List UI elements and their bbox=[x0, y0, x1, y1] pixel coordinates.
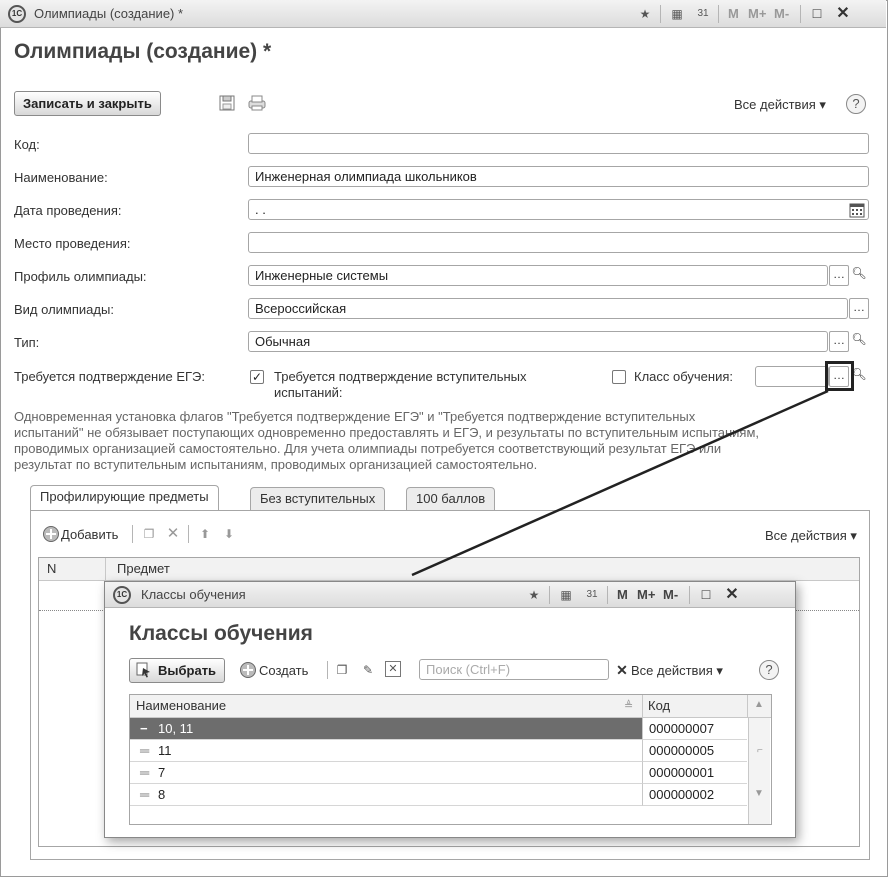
row-code-cell[interactable]: 000000007 bbox=[642, 718, 747, 740]
calendar-icon[interactable]: 31 bbox=[583, 586, 601, 604]
create-button[interactable]: Создать bbox=[259, 663, 308, 678]
sort-icon[interactable]: ≜ bbox=[624, 695, 633, 717]
table-row[interactable]: − 10, 11 bbox=[130, 718, 642, 740]
dialog-heading: Классы обучения bbox=[129, 622, 313, 645]
column-header-code[interactable]: Код bbox=[648, 695, 670, 717]
memory-mplus-button[interactable]: M+ bbox=[637, 587, 655, 602]
scroll-down-icon[interactable]: ▼ bbox=[754, 788, 764, 799]
vertical-scrollbar[interactable]: ▲ ⌐ ▼ bbox=[748, 699, 770, 824]
edit-icon[interactable]: ✎ bbox=[359, 661, 377, 679]
class-selection-dialog: 1C Классы обучения ★ ▦ 31 M M+ M- ☐ ✕ Кл… bbox=[104, 581, 796, 838]
select-button[interactable]: Выбрать bbox=[129, 658, 226, 683]
select-icon bbox=[136, 662, 152, 678]
dialog-help-button[interactable]: ? bbox=[759, 660, 779, 680]
separator bbox=[327, 661, 328, 679]
scroll-thumb-icon[interactable]: ⌐ bbox=[757, 745, 763, 756]
select-button-label: Выбрать bbox=[158, 663, 217, 678]
table-row[interactable]: ═ 8 bbox=[130, 784, 642, 806]
memory-m-button[interactable]: M bbox=[617, 587, 628, 602]
item-icon: ═ bbox=[140, 743, 150, 758]
row-name: 8 bbox=[158, 787, 166, 802]
row-name: 7 bbox=[158, 765, 166, 780]
classes-table-header: Наименование ≜ Код bbox=[130, 695, 771, 718]
row-name: 11 bbox=[158, 743, 172, 758]
clear-search-icon[interactable]: ✕ bbox=[613, 661, 631, 679]
memory-mminus-button[interactable]: M- bbox=[663, 587, 678, 602]
favorites-icon[interactable]: ★ bbox=[525, 586, 543, 604]
separator bbox=[549, 586, 550, 604]
column-divider bbox=[642, 695, 643, 718]
copy-icon[interactable]: ❐ bbox=[333, 661, 351, 679]
table-row[interactable]: ═ 11 bbox=[130, 740, 642, 762]
create-icon[interactable] bbox=[239, 661, 257, 679]
column-divider bbox=[747, 695, 748, 718]
dialog-title: Классы обучения bbox=[141, 587, 246, 602]
dialog-all-actions[interactable]: Все действия ▾ bbox=[631, 663, 723, 679]
item-icon: − bbox=[140, 721, 148, 736]
scroll-up-icon[interactable]: ▲ bbox=[754, 699, 764, 710]
row-code-cell[interactable]: 000000001 bbox=[642, 762, 747, 784]
row-name: 10, 11 bbox=[158, 721, 194, 736]
calculator-icon[interactable]: ▦ bbox=[557, 586, 575, 604]
item-icon: ═ bbox=[140, 765, 150, 780]
table-row[interactable]: ═ 7 bbox=[130, 762, 642, 784]
search-input[interactable]: Поиск (Ctrl+F) bbox=[419, 659, 609, 680]
maximize-icon[interactable]: ☐ bbox=[697, 586, 715, 604]
separator bbox=[689, 586, 690, 604]
item-icon: ═ bbox=[140, 787, 150, 802]
mark-delete-icon[interactable]: ✕ bbox=[385, 661, 401, 677]
column-header-name[interactable]: Наименование bbox=[136, 695, 226, 717]
row-code-cell[interactable]: 000000005 bbox=[642, 740, 747, 762]
separator bbox=[607, 586, 608, 604]
app-logo-icon: 1C bbox=[113, 586, 131, 604]
classes-table[interactable]: Наименование ≜ Код − 10, 11 000000007 ═ … bbox=[129, 694, 772, 825]
row-code-cell[interactable]: 000000002 bbox=[642, 784, 747, 806]
dialog-title-bar: 1C Классы обучения ★ ▦ 31 M M+ M- ☐ ✕ bbox=[105, 582, 795, 608]
close-icon[interactable]: ✕ bbox=[723, 586, 741, 604]
